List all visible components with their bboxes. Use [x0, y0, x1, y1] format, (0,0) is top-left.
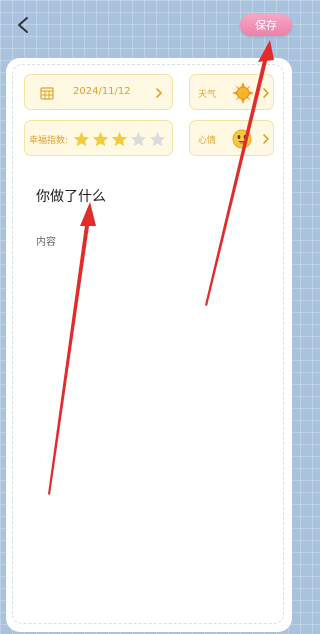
- arrow-to-save: [205, 40, 274, 306]
- arrow-to-title: [48, 202, 96, 495]
- annotation-arrows: [48, 40, 274, 495]
